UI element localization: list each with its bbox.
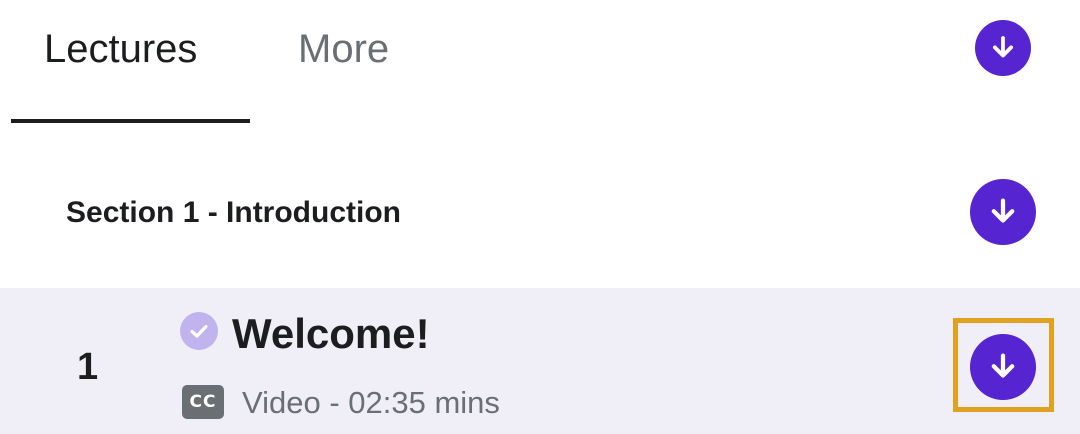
lecture-meta: Video - 02:35 mins — [242, 385, 500, 420]
closed-captions-icon: CC — [182, 385, 224, 419]
download-all-button[interactable] — [975, 20, 1031, 76]
tab-lectures[interactable]: Lectures — [44, 24, 197, 74]
section-title: Section 1 - Introduction — [66, 196, 401, 229]
completed-check-icon — [180, 312, 218, 350]
course-content-screen: Lectures More Section 1 - Introduction 1… — [0, 0, 1080, 434]
download-arrow-icon — [991, 198, 1015, 223]
download-section-button[interactable] — [970, 179, 1036, 245]
active-tab-indicator — [11, 119, 250, 123]
tab-more[interactable]: More — [298, 24, 389, 74]
lecture-number: 1 — [77, 346, 99, 388]
download-arrow-icon — [993, 36, 1013, 58]
tab-bar: Lectures More — [0, 0, 1080, 125]
focus-highlight — [953, 318, 1054, 412]
lecture-title: Welcome! — [232, 310, 430, 357]
lecture-row[interactable]: 1 Welcome! CC Video - 02:35 mins — [0, 288, 1080, 434]
